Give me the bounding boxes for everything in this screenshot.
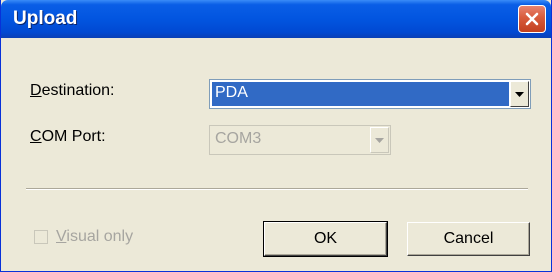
window-title: Upload [13,8,78,29]
chevron-down-icon [375,137,384,143]
visual-only-label-mnemonic: V [56,228,67,245]
destination-dropdown-button[interactable] [510,81,529,107]
destination-label-mnemonic: D [30,82,42,99]
destination-dropdown[interactable]: PDA [209,79,531,109]
visual-only-label: Visual only [56,228,133,246]
close-button[interactable] [518,5,546,33]
com-port-value: COM3 [215,130,262,147]
close-icon [525,12,539,26]
com-port-label: COM Port: [30,128,106,146]
cancel-button[interactable]: Cancel [407,222,530,256]
com-port-dropdown-button[interactable] [370,127,389,153]
com-port-label-mnemonic: C [30,128,42,145]
com-port-label-text: OM Port: [41,128,106,145]
ok-button[interactable]: OK [263,221,388,257]
visual-only-checkbox-box[interactable] [34,230,48,244]
upload-dialog: Upload Destination: PDA COM Port: COM3 V… [0,0,552,272]
destination-value: PDA [212,82,509,106]
visual-only-checkbox[interactable]: Visual only [34,228,133,246]
separator [26,188,528,190]
com-port-dropdown[interactable]: COM3 [209,125,391,155]
chevron-down-icon [515,91,524,97]
destination-label-text: estination: [41,82,115,99]
visual-only-label-text: isual only [66,228,134,245]
destination-label: Destination: [30,82,115,100]
title-bar[interactable]: Upload [1,0,551,38]
